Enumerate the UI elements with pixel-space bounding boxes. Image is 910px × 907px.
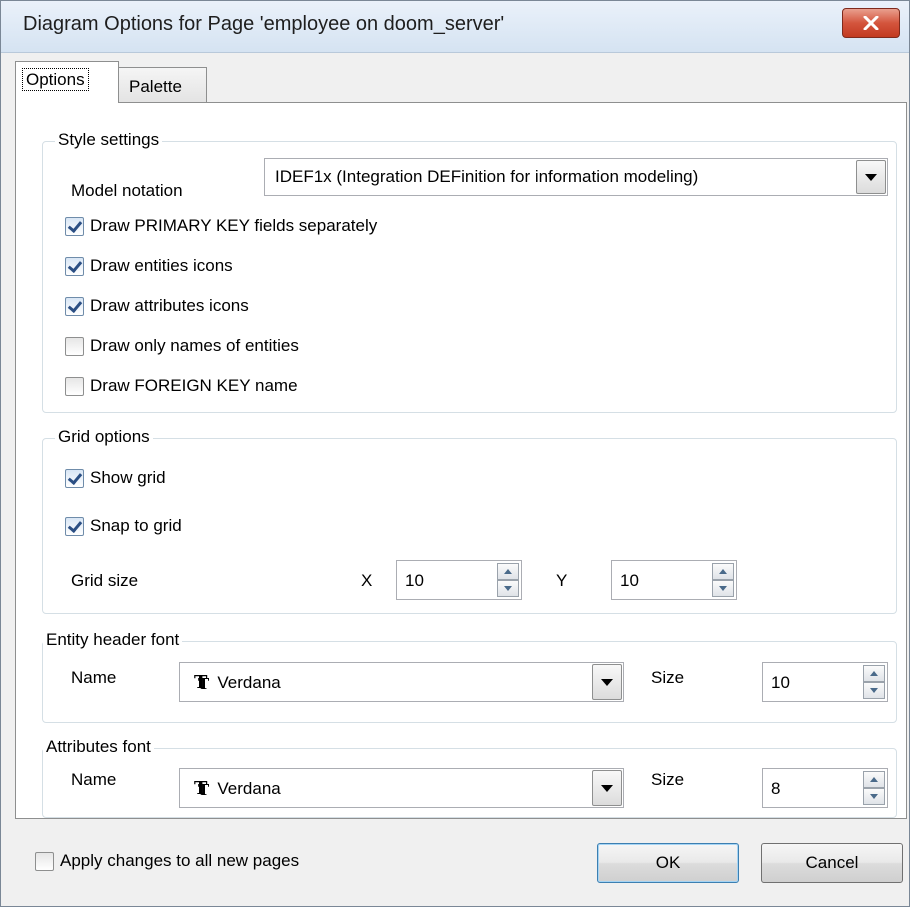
spin-up-button[interactable] xyxy=(863,771,885,788)
attributes-font-dropdown-button[interactable] xyxy=(592,770,622,806)
checkbox-box[interactable] xyxy=(35,851,54,871)
entity-font-name-select[interactable]: T T Verdana xyxy=(179,662,624,702)
spin-down-button[interactable] xyxy=(712,580,734,597)
grid-options-group: Grid options Show grid Snap to grid Grid… xyxy=(42,427,897,614)
draw-foreign-key-name-checkbox[interactable]: Draw FOREIGN KEY name xyxy=(65,374,298,398)
spin-up-icon xyxy=(719,569,727,574)
draw-only-names-checkbox[interactable]: Draw only names of entities xyxy=(65,334,299,358)
grid-y-label: Y xyxy=(556,571,568,590)
checkbox-box[interactable] xyxy=(65,376,84,396)
font-icon: TT xyxy=(194,672,210,693)
grid-x-label: X xyxy=(361,571,373,590)
entity-font-size-stepper[interactable]: 10 xyxy=(762,662,888,702)
close-button[interactable] xyxy=(842,8,900,38)
window-title: Diagram Options for Page 'employee on do… xyxy=(23,13,505,35)
tab-palette[interactable]: Palette xyxy=(118,67,207,103)
checkbox-label: Apply changes to all new pages xyxy=(60,851,300,870)
spin-down-icon xyxy=(719,586,727,591)
checkbox-box[interactable] xyxy=(65,468,84,488)
draw-primary-key-checkbox[interactable]: Draw PRIMARY KEY fields separately xyxy=(65,214,377,238)
model-notation-dropdown-button[interactable] xyxy=(856,160,886,194)
chevron-down-icon xyxy=(865,173,877,181)
attributes-font-name-select[interactable]: T T Verdana xyxy=(179,768,624,808)
dialog-footer: Apply changes to all new pages OK Cancel xyxy=(1,821,909,906)
chevron-down-icon xyxy=(601,678,613,686)
grid-options-legend: Grid options xyxy=(55,427,153,447)
chevron-down-icon xyxy=(601,784,613,792)
entity-font-name-label: Name xyxy=(71,668,117,687)
spin-up-icon xyxy=(504,569,512,574)
spin-down-button[interactable] xyxy=(497,580,519,597)
options-panel: Style settings Model notation IDEF1x (In… xyxy=(15,102,907,819)
grid-size-label: Grid size xyxy=(71,571,139,590)
entity-font-name-value: T T Verdana xyxy=(194,672,281,693)
cancel-button[interactable]: Cancel xyxy=(761,843,903,883)
checkbox-box[interactable] xyxy=(65,216,84,236)
attributes-font-size-stepper[interactable]: 8 xyxy=(762,768,888,808)
checkbox-label: Draw PRIMARY KEY fields separately xyxy=(90,216,378,235)
spin-down-button[interactable] xyxy=(863,788,885,805)
checkbox-box[interactable] xyxy=(65,296,84,316)
tab-options-label: Options xyxy=(22,68,89,91)
model-notation-label: Model notation xyxy=(71,181,183,200)
checkbox-label: Draw attributes icons xyxy=(90,296,249,315)
checkbox-box[interactable] xyxy=(65,336,84,356)
model-notation-value: IDEF1x (Integration DEFinition for infor… xyxy=(275,167,699,186)
entity-header-font-group: Entity header font Name T T Verdana Size 1… xyxy=(42,630,897,723)
ok-button[interactable]: OK xyxy=(597,843,739,883)
spin-up-button[interactable] xyxy=(497,563,519,580)
spin-down-button[interactable] xyxy=(863,682,885,699)
model-notation-select[interactable]: IDEF1x (Integration DEFinition for infor… xyxy=(264,158,888,196)
spin-up-icon xyxy=(870,777,878,782)
spin-up-button[interactable] xyxy=(712,563,734,580)
title-bar[interactable]: Diagram Options for Page 'employee on do… xyxy=(1,1,909,53)
grid-x-stepper[interactable]: 10 xyxy=(396,560,522,600)
grid-y-stepper[interactable]: 10 xyxy=(611,560,737,600)
style-settings-legend: Style settings xyxy=(55,130,163,150)
apply-all-pages-checkbox[interactable]: Apply changes to all new pages xyxy=(35,849,299,873)
draw-attributes-icons-checkbox[interactable]: Draw attributes icons xyxy=(65,294,249,318)
checkbox-label: Draw only names of entities xyxy=(90,336,299,355)
checkbox-box[interactable] xyxy=(65,256,84,276)
entity-font-size-label: Size xyxy=(651,668,685,687)
font-icon: TT xyxy=(194,778,210,799)
checkbox-label: Draw FOREIGN KEY name xyxy=(90,376,298,395)
close-icon xyxy=(863,16,879,30)
entity-font-size-value: 10 xyxy=(771,673,790,692)
tab-palette-label: Palette xyxy=(129,77,182,96)
checkbox-label: Snap to grid xyxy=(90,516,182,535)
entity-font-dropdown-button[interactable] xyxy=(592,664,622,700)
show-grid-checkbox[interactable]: Show grid xyxy=(65,466,166,490)
draw-entities-icons-checkbox[interactable]: Draw entities icons xyxy=(65,254,233,278)
spin-down-icon xyxy=(870,794,878,799)
checkbox-label: Draw entities icons xyxy=(90,256,233,275)
checkbox-box[interactable] xyxy=(65,516,84,536)
attributes-font-size-value: 8 xyxy=(771,779,781,798)
grid-x-value: 10 xyxy=(405,571,424,590)
attributes-font-legend: Attributes font xyxy=(43,737,154,757)
attributes-font-group: Attributes font Name T T Verdana Size 8 xyxy=(42,737,897,818)
spin-up-icon xyxy=(870,671,878,676)
spin-down-icon xyxy=(870,688,878,693)
entity-header-font-legend: Entity header font xyxy=(43,630,183,650)
tab-options[interactable]: Options xyxy=(15,61,119,103)
attributes-font-name-value: T T Verdana xyxy=(194,778,281,799)
attributes-font-name-label: Name xyxy=(71,770,117,789)
spin-down-icon xyxy=(504,586,512,591)
checkbox-label: Show grid xyxy=(90,468,166,487)
attributes-font-size-label: Size xyxy=(651,770,685,789)
snap-to-grid-checkbox[interactable]: Snap to grid xyxy=(65,514,182,538)
style-settings-group: Style settings Model notation IDEF1x (In… xyxy=(42,130,897,413)
tab-strip: Options Palette xyxy=(15,61,905,103)
grid-y-value: 10 xyxy=(620,571,639,590)
dialog-window: Diagram Options for Page 'employee on do… xyxy=(0,0,910,907)
spin-up-button[interactable] xyxy=(863,665,885,682)
